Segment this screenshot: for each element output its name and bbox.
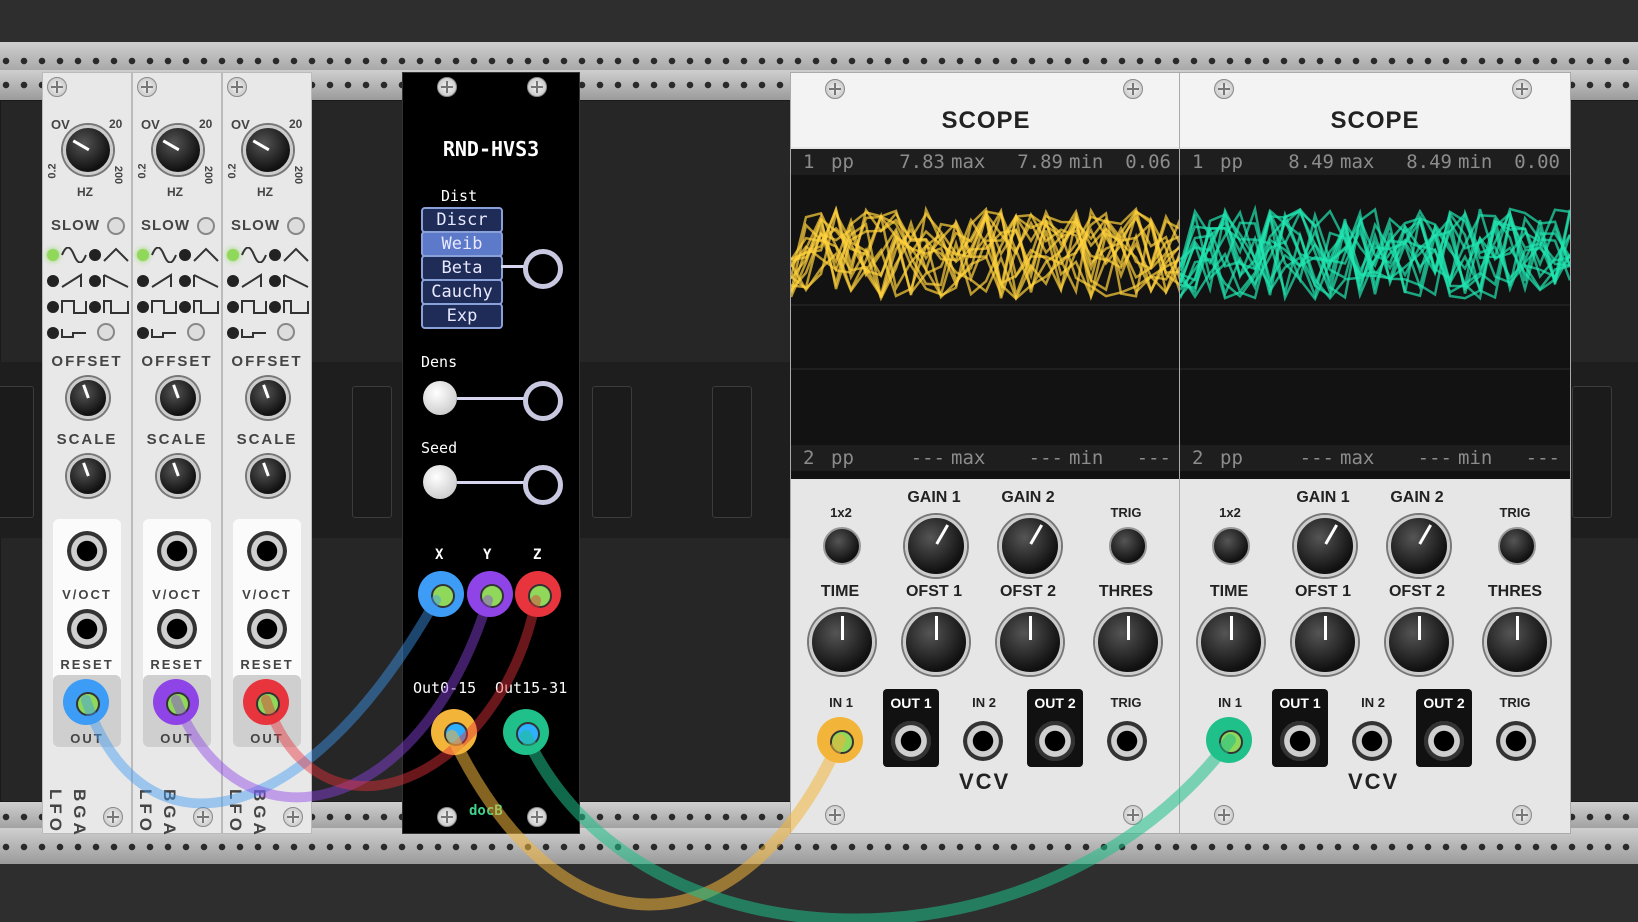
rack-canvas: OV 20 0.2 HZ 200 SLOW OFFSET SCALE V/OCT…	[0, 0, 1638, 922]
cable-red[interactable]	[261, 595, 541, 792]
cable-green[interactable]	[520, 730, 1236, 922]
cables-overlay	[81, 595, 1236, 922]
cable-purple[interactable]	[171, 595, 493, 803]
cable-yellow[interactable]	[446, 730, 846, 911]
cable-blue[interactable]	[81, 595, 441, 809]
